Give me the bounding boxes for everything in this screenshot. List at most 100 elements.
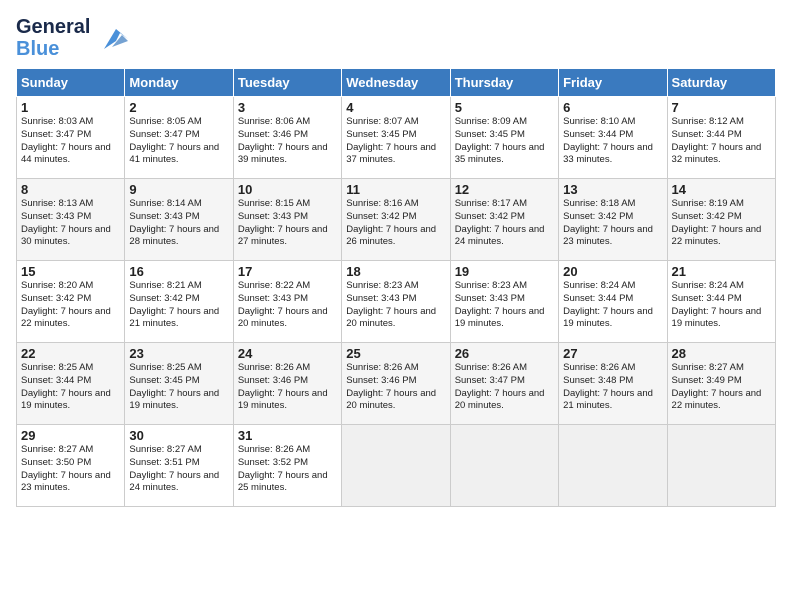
calendar-cell: 16Sunrise: 8:21 AMSunset: 3:42 PMDayligh…: [125, 261, 233, 343]
calendar-cell: 23Sunrise: 8:25 AMSunset: 3:45 PMDayligh…: [125, 343, 233, 425]
calendar-cell: 21Sunrise: 8:24 AMSunset: 3:44 PMDayligh…: [667, 261, 775, 343]
day-detail: Sunrise: 8:17 AMSunset: 3:42 PMDaylight:…: [455, 198, 554, 249]
day-header-wednesday: Wednesday: [342, 69, 450, 97]
day-detail: Sunrise: 8:24 AMSunset: 3:44 PMDaylight:…: [563, 280, 662, 331]
calendar-cell: 24Sunrise: 8:26 AMSunset: 3:46 PMDayligh…: [233, 343, 341, 425]
day-number: 3: [238, 100, 337, 115]
calendar-week-row: 1Sunrise: 8:03 AMSunset: 3:47 PMDaylight…: [17, 97, 776, 179]
day-detail: Sunrise: 8:21 AMSunset: 3:42 PMDaylight:…: [129, 280, 228, 331]
calendar-cell: 5Sunrise: 8:09 AMSunset: 3:45 PMDaylight…: [450, 97, 558, 179]
calendar-table: SundayMondayTuesdayWednesdayThursdayFrid…: [16, 68, 776, 507]
day-detail: Sunrise: 8:05 AMSunset: 3:47 PMDaylight:…: [129, 116, 228, 167]
calendar-week-row: 15Sunrise: 8:20 AMSunset: 3:42 PMDayligh…: [17, 261, 776, 343]
day-number: 29: [21, 428, 120, 443]
day-number: 17: [238, 264, 337, 279]
day-detail: Sunrise: 8:26 AMSunset: 3:47 PMDaylight:…: [455, 362, 554, 413]
day-header-monday: Monday: [125, 69, 233, 97]
calendar-cell: 11Sunrise: 8:16 AMSunset: 3:42 PMDayligh…: [342, 179, 450, 261]
day-number: 4: [346, 100, 445, 115]
calendar-cell: 22Sunrise: 8:25 AMSunset: 3:44 PMDayligh…: [17, 343, 125, 425]
day-detail: Sunrise: 8:10 AMSunset: 3:44 PMDaylight:…: [563, 116, 662, 167]
logo: General Blue: [16, 16, 132, 60]
calendar-cell: 3Sunrise: 8:06 AMSunset: 3:46 PMDaylight…: [233, 97, 341, 179]
day-number: 26: [455, 346, 554, 361]
day-number: 15: [21, 264, 120, 279]
day-number: 28: [672, 346, 771, 361]
day-detail: Sunrise: 8:22 AMSunset: 3:43 PMDaylight:…: [238, 280, 337, 331]
calendar-cell: [667, 425, 775, 507]
day-number: 1: [21, 100, 120, 115]
day-header-tuesday: Tuesday: [233, 69, 341, 97]
day-detail: Sunrise: 8:27 AMSunset: 3:51 PMDaylight:…: [129, 444, 228, 495]
calendar-week-row: 8Sunrise: 8:13 AMSunset: 3:43 PMDaylight…: [17, 179, 776, 261]
calendar-cell: 12Sunrise: 8:17 AMSunset: 3:42 PMDayligh…: [450, 179, 558, 261]
day-detail: Sunrise: 8:25 AMSunset: 3:45 PMDaylight:…: [129, 362, 228, 413]
day-number: 9: [129, 182, 228, 197]
day-number: 11: [346, 182, 445, 197]
day-number: 5: [455, 100, 554, 115]
calendar-cell: 28Sunrise: 8:27 AMSunset: 3:49 PMDayligh…: [667, 343, 775, 425]
day-detail: Sunrise: 8:20 AMSunset: 3:42 PMDaylight:…: [21, 280, 120, 331]
logo-text: General Blue: [16, 16, 90, 60]
day-detail: Sunrise: 8:23 AMSunset: 3:43 PMDaylight:…: [346, 280, 445, 331]
day-header-saturday: Saturday: [667, 69, 775, 97]
day-detail: Sunrise: 8:26 AMSunset: 3:46 PMDaylight:…: [346, 362, 445, 413]
day-detail: Sunrise: 8:16 AMSunset: 3:42 PMDaylight:…: [346, 198, 445, 249]
calendar-cell: 10Sunrise: 8:15 AMSunset: 3:43 PMDayligh…: [233, 179, 341, 261]
calendar-cell: 26Sunrise: 8:26 AMSunset: 3:47 PMDayligh…: [450, 343, 558, 425]
calendar-cell: 14Sunrise: 8:19 AMSunset: 3:42 PMDayligh…: [667, 179, 775, 261]
calendar-cell: 2Sunrise: 8:05 AMSunset: 3:47 PMDaylight…: [125, 97, 233, 179]
day-detail: Sunrise: 8:27 AMSunset: 3:50 PMDaylight:…: [21, 444, 120, 495]
day-number: 30: [129, 428, 228, 443]
day-number: 19: [455, 264, 554, 279]
calendar-cell: [559, 425, 667, 507]
day-number: 24: [238, 346, 337, 361]
day-detail: Sunrise: 8:09 AMSunset: 3:45 PMDaylight:…: [455, 116, 554, 167]
calendar-cell: 15Sunrise: 8:20 AMSunset: 3:42 PMDayligh…: [17, 261, 125, 343]
day-number: 23: [129, 346, 228, 361]
day-detail: Sunrise: 8:26 AMSunset: 3:46 PMDaylight:…: [238, 362, 337, 413]
day-number: 6: [563, 100, 662, 115]
page: General Blue SundayMondayTuesdayWednesda…: [0, 0, 792, 612]
calendar-cell: 7Sunrise: 8:12 AMSunset: 3:44 PMDaylight…: [667, 97, 775, 179]
calendar-cell: 19Sunrise: 8:23 AMSunset: 3:43 PMDayligh…: [450, 261, 558, 343]
calendar-week-row: 22Sunrise: 8:25 AMSunset: 3:44 PMDayligh…: [17, 343, 776, 425]
day-detail: Sunrise: 8:23 AMSunset: 3:43 PMDaylight:…: [455, 280, 554, 331]
day-detail: Sunrise: 8:24 AMSunset: 3:44 PMDaylight:…: [672, 280, 771, 331]
day-detail: Sunrise: 8:12 AMSunset: 3:44 PMDaylight:…: [672, 116, 771, 167]
day-number: 13: [563, 182, 662, 197]
calendar-cell: 31Sunrise: 8:26 AMSunset: 3:52 PMDayligh…: [233, 425, 341, 507]
calendar-cell: 18Sunrise: 8:23 AMSunset: 3:43 PMDayligh…: [342, 261, 450, 343]
day-detail: Sunrise: 8:26 AMSunset: 3:48 PMDaylight:…: [563, 362, 662, 413]
day-number: 25: [346, 346, 445, 361]
day-detail: Sunrise: 8:06 AMSunset: 3:46 PMDaylight:…: [238, 116, 337, 167]
day-detail: Sunrise: 8:07 AMSunset: 3:45 PMDaylight:…: [346, 116, 445, 167]
day-number: 20: [563, 264, 662, 279]
day-detail: Sunrise: 8:27 AMSunset: 3:49 PMDaylight:…: [672, 362, 771, 413]
calendar-cell: 27Sunrise: 8:26 AMSunset: 3:48 PMDayligh…: [559, 343, 667, 425]
day-number: 2: [129, 100, 228, 115]
calendar-cell: [342, 425, 450, 507]
day-number: 14: [672, 182, 771, 197]
day-header-thursday: Thursday: [450, 69, 558, 97]
day-number: 16: [129, 264, 228, 279]
calendar-cell: 25Sunrise: 8:26 AMSunset: 3:46 PMDayligh…: [342, 343, 450, 425]
day-detail: Sunrise: 8:13 AMSunset: 3:43 PMDaylight:…: [21, 198, 120, 249]
day-detail: Sunrise: 8:26 AMSunset: 3:52 PMDaylight:…: [238, 444, 337, 495]
day-number: 18: [346, 264, 445, 279]
calendar-cell: 4Sunrise: 8:07 AMSunset: 3:45 PMDaylight…: [342, 97, 450, 179]
calendar-cell: 30Sunrise: 8:27 AMSunset: 3:51 PMDayligh…: [125, 425, 233, 507]
logo-icon: [94, 19, 132, 57]
calendar-cell: 9Sunrise: 8:14 AMSunset: 3:43 PMDaylight…: [125, 179, 233, 261]
calendar-cell: 1Sunrise: 8:03 AMSunset: 3:47 PMDaylight…: [17, 97, 125, 179]
calendar-cell: [450, 425, 558, 507]
header: General Blue: [16, 16, 776, 60]
day-detail: Sunrise: 8:03 AMSunset: 3:47 PMDaylight:…: [21, 116, 120, 167]
calendar-cell: 13Sunrise: 8:18 AMSunset: 3:42 PMDayligh…: [559, 179, 667, 261]
calendar-cell: 8Sunrise: 8:13 AMSunset: 3:43 PMDaylight…: [17, 179, 125, 261]
day-detail: Sunrise: 8:18 AMSunset: 3:42 PMDaylight:…: [563, 198, 662, 249]
day-number: 27: [563, 346, 662, 361]
calendar-cell: 29Sunrise: 8:27 AMSunset: 3:50 PMDayligh…: [17, 425, 125, 507]
day-number: 7: [672, 100, 771, 115]
calendar-week-row: 29Sunrise: 8:27 AMSunset: 3:50 PMDayligh…: [17, 425, 776, 507]
